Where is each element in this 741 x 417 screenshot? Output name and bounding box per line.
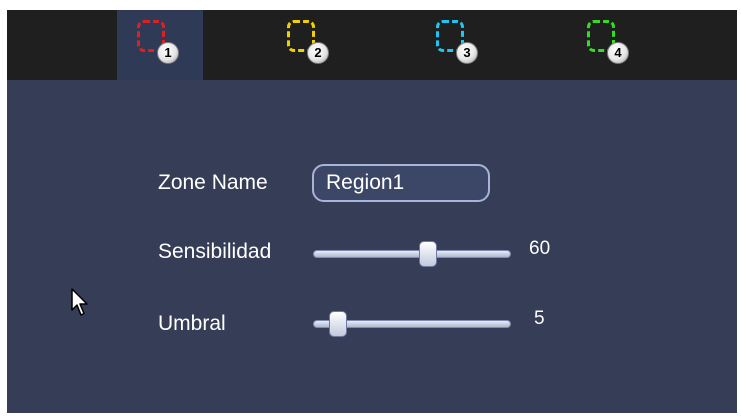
zone-tab-2[interactable]: 2 bbox=[267, 10, 353, 80]
zone-number-1: 1 bbox=[157, 42, 179, 64]
threshold-label: Umbral bbox=[158, 312, 226, 335]
zone-number-3: 3 bbox=[456, 42, 478, 64]
sensitivity-slider-thumb[interactable] bbox=[419, 241, 438, 267]
mouse-pointer-icon bbox=[71, 288, 88, 316]
zone-name-input[interactable] bbox=[312, 164, 490, 202]
zone-number-4: 4 bbox=[607, 42, 629, 64]
sensitivity-value: 60 bbox=[529, 238, 551, 259]
zone-tab-1[interactable]: 1 bbox=[117, 10, 203, 80]
threshold-value: 5 bbox=[534, 308, 545, 329]
zone-tab-bar: 1 2 3 4 bbox=[7, 10, 737, 80]
motion-region-panel: 1 2 3 4 Zone Name Sensibilidad 60 Umbral… bbox=[7, 10, 737, 413]
zone-number-2: 2 bbox=[307, 42, 329, 64]
sensitivity-label: Sensibilidad bbox=[158, 240, 272, 263]
sensitivity-slider[interactable] bbox=[313, 250, 511, 258]
zone-tab-4[interactable]: 4 bbox=[567, 10, 653, 80]
zone-tab-3[interactable]: 3 bbox=[416, 10, 502, 80]
threshold-slider-thumb[interactable] bbox=[329, 311, 348, 337]
zone-name-label: Zone Name bbox=[158, 171, 268, 194]
